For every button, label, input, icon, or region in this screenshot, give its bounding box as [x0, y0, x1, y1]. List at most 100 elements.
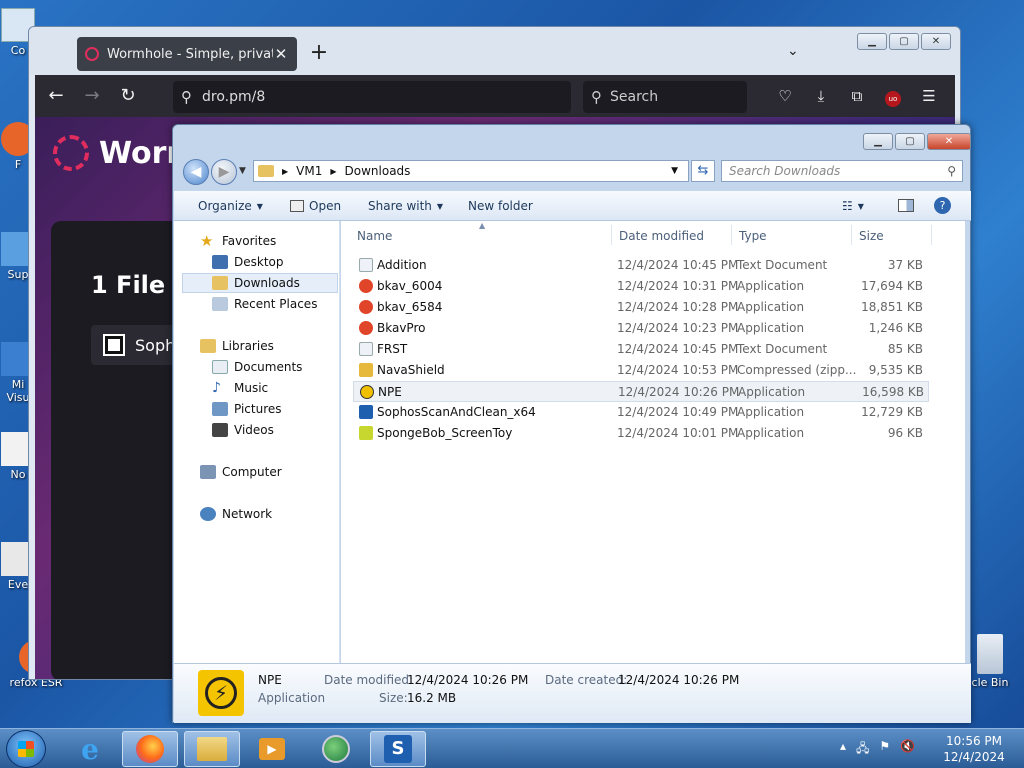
- taskbar-internet-explorer[interactable]: e: [62, 731, 118, 767]
- taskbar-explorer[interactable]: [184, 731, 240, 767]
- preview-pane-icon[interactable]: [898, 199, 914, 212]
- taskbar-firefox[interactable]: [122, 731, 178, 767]
- share-with-button[interactable]: Share with ▼: [368, 199, 443, 213]
- folder-icon: [197, 737, 227, 761]
- column-header-date[interactable]: Date modified: [619, 229, 704, 243]
- forward-icon[interactable]: ▶: [211, 159, 237, 185]
- nav-pictures[interactable]: Pictures: [174, 399, 340, 419]
- organize-button[interactable]: Organize ▼: [198, 199, 263, 213]
- menu-icon[interactable]: ☰: [919, 86, 939, 106]
- url-bar[interactable]: ⚲ dro.pm/8: [173, 81, 571, 113]
- navigation-pane: ★ Favorites Desktop Downloads Recent Pla…: [174, 221, 340, 663]
- column-separator[interactable]: [611, 225, 612, 245]
- action-center-flag-icon[interactable]: ⚑: [879, 739, 890, 760]
- file-size: 17,694 KB: [861, 279, 923, 293]
- column-header-name[interactable]: Name: [357, 229, 392, 243]
- column-header-size[interactable]: Size: [859, 229, 884, 243]
- clock[interactable]: 10:56 PM 12/4/2024: [936, 733, 1012, 765]
- address-dropdown-icon[interactable]: ▼: [671, 166, 678, 176]
- file-type: Application: [737, 300, 805, 314]
- recent-places-icon: [212, 297, 228, 311]
- new-tab-button[interactable]: +: [309, 42, 329, 64]
- file-date: 12/4/2024 10:45 PM: [617, 342, 739, 356]
- view-options-button[interactable]: ☷ ▼: [842, 199, 864, 213]
- file-name: NPE: [378, 385, 402, 399]
- back-icon[interactable]: ←: [41, 81, 71, 111]
- file-row[interactable]: FRST 12/4/2024 10:45 PM Text Document 85…: [353, 339, 929, 360]
- column-separator[interactable]: [931, 225, 932, 245]
- taskbar-sophos[interactable]: S: [370, 731, 426, 767]
- recent-pages-icon[interactable]: ▼: [239, 166, 246, 176]
- back-icon[interactable]: ◀: [183, 159, 209, 185]
- file-row[interactable]: BkavPro 12/4/2024 10:23 PM Application 1…: [353, 318, 929, 339]
- details-kind: Application: [258, 691, 326, 705]
- file-row[interactable]: NavaShield 12/4/2024 10:53 PM Compressed…: [353, 360, 929, 381]
- ublock-icon[interactable]: uo: [883, 86, 903, 107]
- reload-icon[interactable]: ↻: [113, 81, 143, 111]
- details-modified-label: Date modified:: [324, 673, 414, 687]
- search-bar[interactable]: ⚲ Search: [583, 81, 747, 113]
- file-row[interactable]: SophosScanAndClean_x64 12/4/2024 10:49 P…: [353, 402, 929, 423]
- window-controls: ▁ ▢ ✕: [857, 33, 951, 50]
- nav-libraries[interactable]: Libraries: [174, 336, 340, 356]
- nav-documents[interactable]: Documents: [174, 357, 340, 377]
- column-separator[interactable]: [731, 225, 732, 245]
- taskbar: e ▶ S ▴ 🖧 ⚑ 🔇 10:56 PM 12/4/2024: [0, 728, 1024, 768]
- file-name: Soph: [135, 335, 176, 355]
- taskbar-media-player[interactable]: ▶: [244, 731, 300, 767]
- minimize-button[interactable]: ▁: [863, 133, 893, 150]
- file-row-selected[interactable]: NPE 12/4/2024 10:26 PM Application 16,59…: [353, 381, 929, 402]
- help-icon[interactable]: ?: [934, 197, 951, 214]
- nav-network[interactable]: Network: [174, 504, 340, 524]
- file-date: 12/4/2024 10:53 PM: [617, 363, 739, 377]
- npe-icon: [360, 385, 374, 399]
- search-placeholder: Search: [610, 89, 659, 105]
- close-button[interactable]: ✕: [927, 133, 971, 150]
- sophos-icon: [359, 405, 373, 419]
- new-folder-button[interactable]: New folder: [468, 199, 533, 213]
- nav-computer[interactable]: Computer: [174, 462, 340, 482]
- nav-desktop[interactable]: Desktop: [174, 252, 340, 272]
- downloads-icon[interactable]: ⤓: [811, 86, 831, 106]
- network-icon: [200, 507, 216, 521]
- star-icon: ★: [200, 232, 214, 250]
- close-button[interactable]: ✕: [921, 33, 951, 50]
- file-row[interactable]: Addition 12/4/2024 10:45 PM Text Documen…: [353, 255, 929, 276]
- file-count: 1 File: [91, 271, 166, 299]
- show-hidden-icons-icon[interactable]: ▴: [840, 739, 846, 760]
- file-row[interactable]: SpongeBob_ScreenToy 12/4/2024 10:01 PM A…: [353, 423, 929, 444]
- file-row[interactable]: bkav_6004 12/4/2024 10:31 PM Application…: [353, 276, 929, 297]
- start-button[interactable]: [6, 730, 46, 768]
- tab-wormhole[interactable]: Wormhole - Simple, private file ✕: [77, 37, 297, 71]
- breadcrumb[interactable]: ▶ VM1 ▶ Downloads ▼: [253, 160, 689, 182]
- maximize-button[interactable]: ▢: [889, 33, 919, 50]
- refresh-icon[interactable]: ⇆: [691, 160, 715, 182]
- nav-videos[interactable]: Videos: [174, 420, 340, 440]
- volume-muted-icon[interactable]: 🔇: [900, 739, 915, 760]
- column-separator[interactable]: [851, 225, 852, 245]
- open-button[interactable]: Open: [290, 199, 341, 213]
- nav-favorites[interactable]: ★ Favorites: [174, 231, 340, 251]
- text-file-icon: [359, 258, 373, 272]
- extensions-icon[interactable]: ⧉: [847, 86, 867, 106]
- maximize-button[interactable]: ▢: [895, 133, 925, 150]
- url-text: dro.pm/8: [202, 89, 266, 105]
- breadcrumb-item-vm1[interactable]: VM1: [296, 164, 322, 178]
- nav-recent-places[interactable]: Recent Places: [174, 294, 340, 314]
- close-tab-icon[interactable]: ✕: [273, 45, 289, 63]
- column-header-type[interactable]: Type: [739, 229, 767, 243]
- list-all-tabs-icon[interactable]: ⌄: [787, 43, 799, 59]
- search-downloads-input[interactable]: Search Downloads ⚲: [721, 160, 963, 182]
- file-row[interactable]: bkav_6584 12/4/2024 10:28 PM Application…: [353, 297, 929, 318]
- file-date: 12/4/2024 10:23 PM: [617, 321, 739, 335]
- nav-downloads[interactable]: Downloads: [182, 273, 338, 293]
- pocket-icon[interactable]: ♡: [775, 86, 795, 106]
- network-icon[interactable]: 🖧: [856, 739, 869, 760]
- taskbar-browser[interactable]: [308, 731, 364, 767]
- breadcrumb-item-downloads[interactable]: Downloads: [345, 164, 411, 178]
- desktop-icon-label: Sup: [7, 268, 29, 281]
- nav-music[interactable]: ♪ Music: [174, 378, 340, 398]
- minimize-button[interactable]: ▁: [857, 33, 887, 50]
- forward-icon[interactable]: →: [77, 81, 107, 111]
- pictures-icon: [212, 402, 228, 416]
